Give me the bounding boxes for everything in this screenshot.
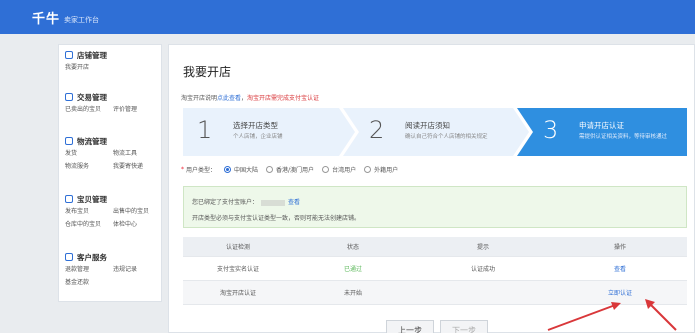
sidebar-section-goods: 宝贝管理 发布宝贝 出售中的宝贝 仓库中的宝贝 体检中心 <box>65 193 161 231</box>
notice-line: 淘宝开店说明点此查看，淘宝开店需完成支付宝认证 <box>181 95 320 102</box>
user-type-label: 用户类型： <box>186 167 217 174</box>
sidebar-heading-shop[interactable]: 店铺管理 <box>65 49 161 61</box>
sidebar-section-logistics: 物流管理 发货 物流工具 物流服务 我要寄快递 <box>65 135 161 173</box>
sidebar-item-warehouse[interactable]: 仓库中的宝贝 <box>65 218 113 231</box>
sidebar-heading-service[interactable]: 客户服务 <box>65 251 161 263</box>
sidebar: 店铺管理 我要开店 交易管理 已卖出的宝贝 评价管理 物流管理 发货 物流工具 … <box>58 44 162 302</box>
prev-step-button[interactable]: 上一步 <box>386 320 434 333</box>
certification-table: 认证检测 状态 提示 操作 支付宝实名认证 已通过 认证成功 查看 淘宝开店认证… <box>183 237 687 305</box>
page-title: 我要开店 <box>183 65 232 79</box>
sidebar-item-checkup[interactable]: 体检中心 <box>113 218 161 231</box>
progress-steps: 1 选择开店类型 个人店铺，企业店铺 2 阅读开店须知 确认自己符合个人店铺的相… <box>183 108 687 156</box>
sidebar-heading-goods[interactable]: 宝贝管理 <box>65 193 161 205</box>
sidebar-item-fund-repay[interactable]: 基金还款 <box>65 276 113 289</box>
radio-foreign[interactable]: 外籍用户 <box>364 165 398 174</box>
sidebar-section-shop: 店铺管理 我要开店 <box>65 49 161 74</box>
view-account-link[interactable]: 查看 <box>288 199 300 206</box>
notice-warning: 淘宝开店需完成支付宝认证 <box>247 95 320 102</box>
sidebar-heading-logistics[interactable]: 物流管理 <box>65 135 161 147</box>
table-header: 认证检测 状态 提示 操作 <box>183 237 687 257</box>
shop-icon <box>65 51 73 59</box>
goods-icon <box>65 195 73 203</box>
verify-now-link[interactable]: 立即认证 <box>553 288 687 297</box>
trade-icon <box>65 93 73 101</box>
table-row: 淘宝开店认证 未开始 立即认证 <box>183 281 687 305</box>
step-1: 1 选择开店类型 个人店铺，企业店铺 <box>197 116 283 144</box>
app-logo[interactable]: 千牛 <box>32 8 60 27</box>
sidebar-item-violations[interactable]: 违规记录 <box>113 263 161 276</box>
sidebar-section-trade: 交易管理 已卖出的宝贝 评价管理 <box>65 91 161 116</box>
status-badge: 已通过 <box>343 266 362 273</box>
sidebar-section-service: 客户服务 退款管理 违规记录 基金还款 <box>65 251 161 289</box>
sidebar-item-reviews[interactable]: 评价管理 <box>113 103 161 116</box>
main-panel: 我要开店 淘宝开店说明点此查看，淘宝开店需完成支付宝认证 1 选择开店类型 个人… <box>168 44 695 333</box>
sidebar-item-on-sale[interactable]: 出售中的宝贝 <box>113 205 161 218</box>
logistics-icon <box>65 137 73 145</box>
radio-taiwan[interactable]: 台湾用户 <box>322 165 356 174</box>
view-link[interactable]: 查看 <box>553 264 687 273</box>
radio-hk-macau[interactable]: 香港/澳门用户 <box>266 165 314 174</box>
sidebar-item-send-express[interactable]: 我要寄快递 <box>113 160 161 173</box>
app-subtitle: 卖家工作台 <box>64 16 99 24</box>
user-type-selector: * 用户类型： 中国大陆 香港/澳门用户 台湾用户 外籍用户 <box>181 165 399 174</box>
sidebar-item-open-shop[interactable]: 我要开店 <box>65 61 113 74</box>
next-step-button[interactable]: 下一步 <box>440 320 488 333</box>
status-badge: 未开始 <box>343 290 362 297</box>
sidebar-heading-trade[interactable]: 交易管理 <box>65 91 161 103</box>
table-row: 支付宝实名认证 已通过 认证成功 查看 <box>183 257 687 281</box>
sidebar-item-sold[interactable]: 已卖出的宝贝 <box>65 103 113 116</box>
bound-account-box: 您已绑定了支付宝账户： 查看 开店类型必须与支付宝认证类型一致，否则可能无法创建店… <box>183 186 687 228</box>
radio-mainland[interactable]: 中国大陆 <box>224 165 258 174</box>
step-3: 3 申请开店认证 需提供认证相关资料，等待审核通过 <box>543 116 668 144</box>
notice-link[interactable]: 点此查看 <box>217 95 241 102</box>
bound-hint: 开店类型必须与支付宝认证类型一致，否则可能无法创建店铺。 <box>192 215 361 222</box>
sidebar-item-logistics-tools[interactable]: 物流工具 <box>113 147 161 160</box>
sidebar-item-publish[interactable]: 发布宝贝 <box>65 205 113 218</box>
step-2: 2 阅读开店须知 确认自己符合个人店铺的相关规定 <box>369 116 488 144</box>
sidebar-item-ship[interactable]: 发货 <box>65 147 113 160</box>
service-icon <box>65 253 73 261</box>
masked-account <box>261 199 286 206</box>
sidebar-item-logistics-service[interactable]: 物流服务 <box>65 160 113 173</box>
top-bar: 千牛 卖家工作台 <box>0 0 695 34</box>
sidebar-item-refund[interactable]: 退款管理 <box>65 263 113 276</box>
